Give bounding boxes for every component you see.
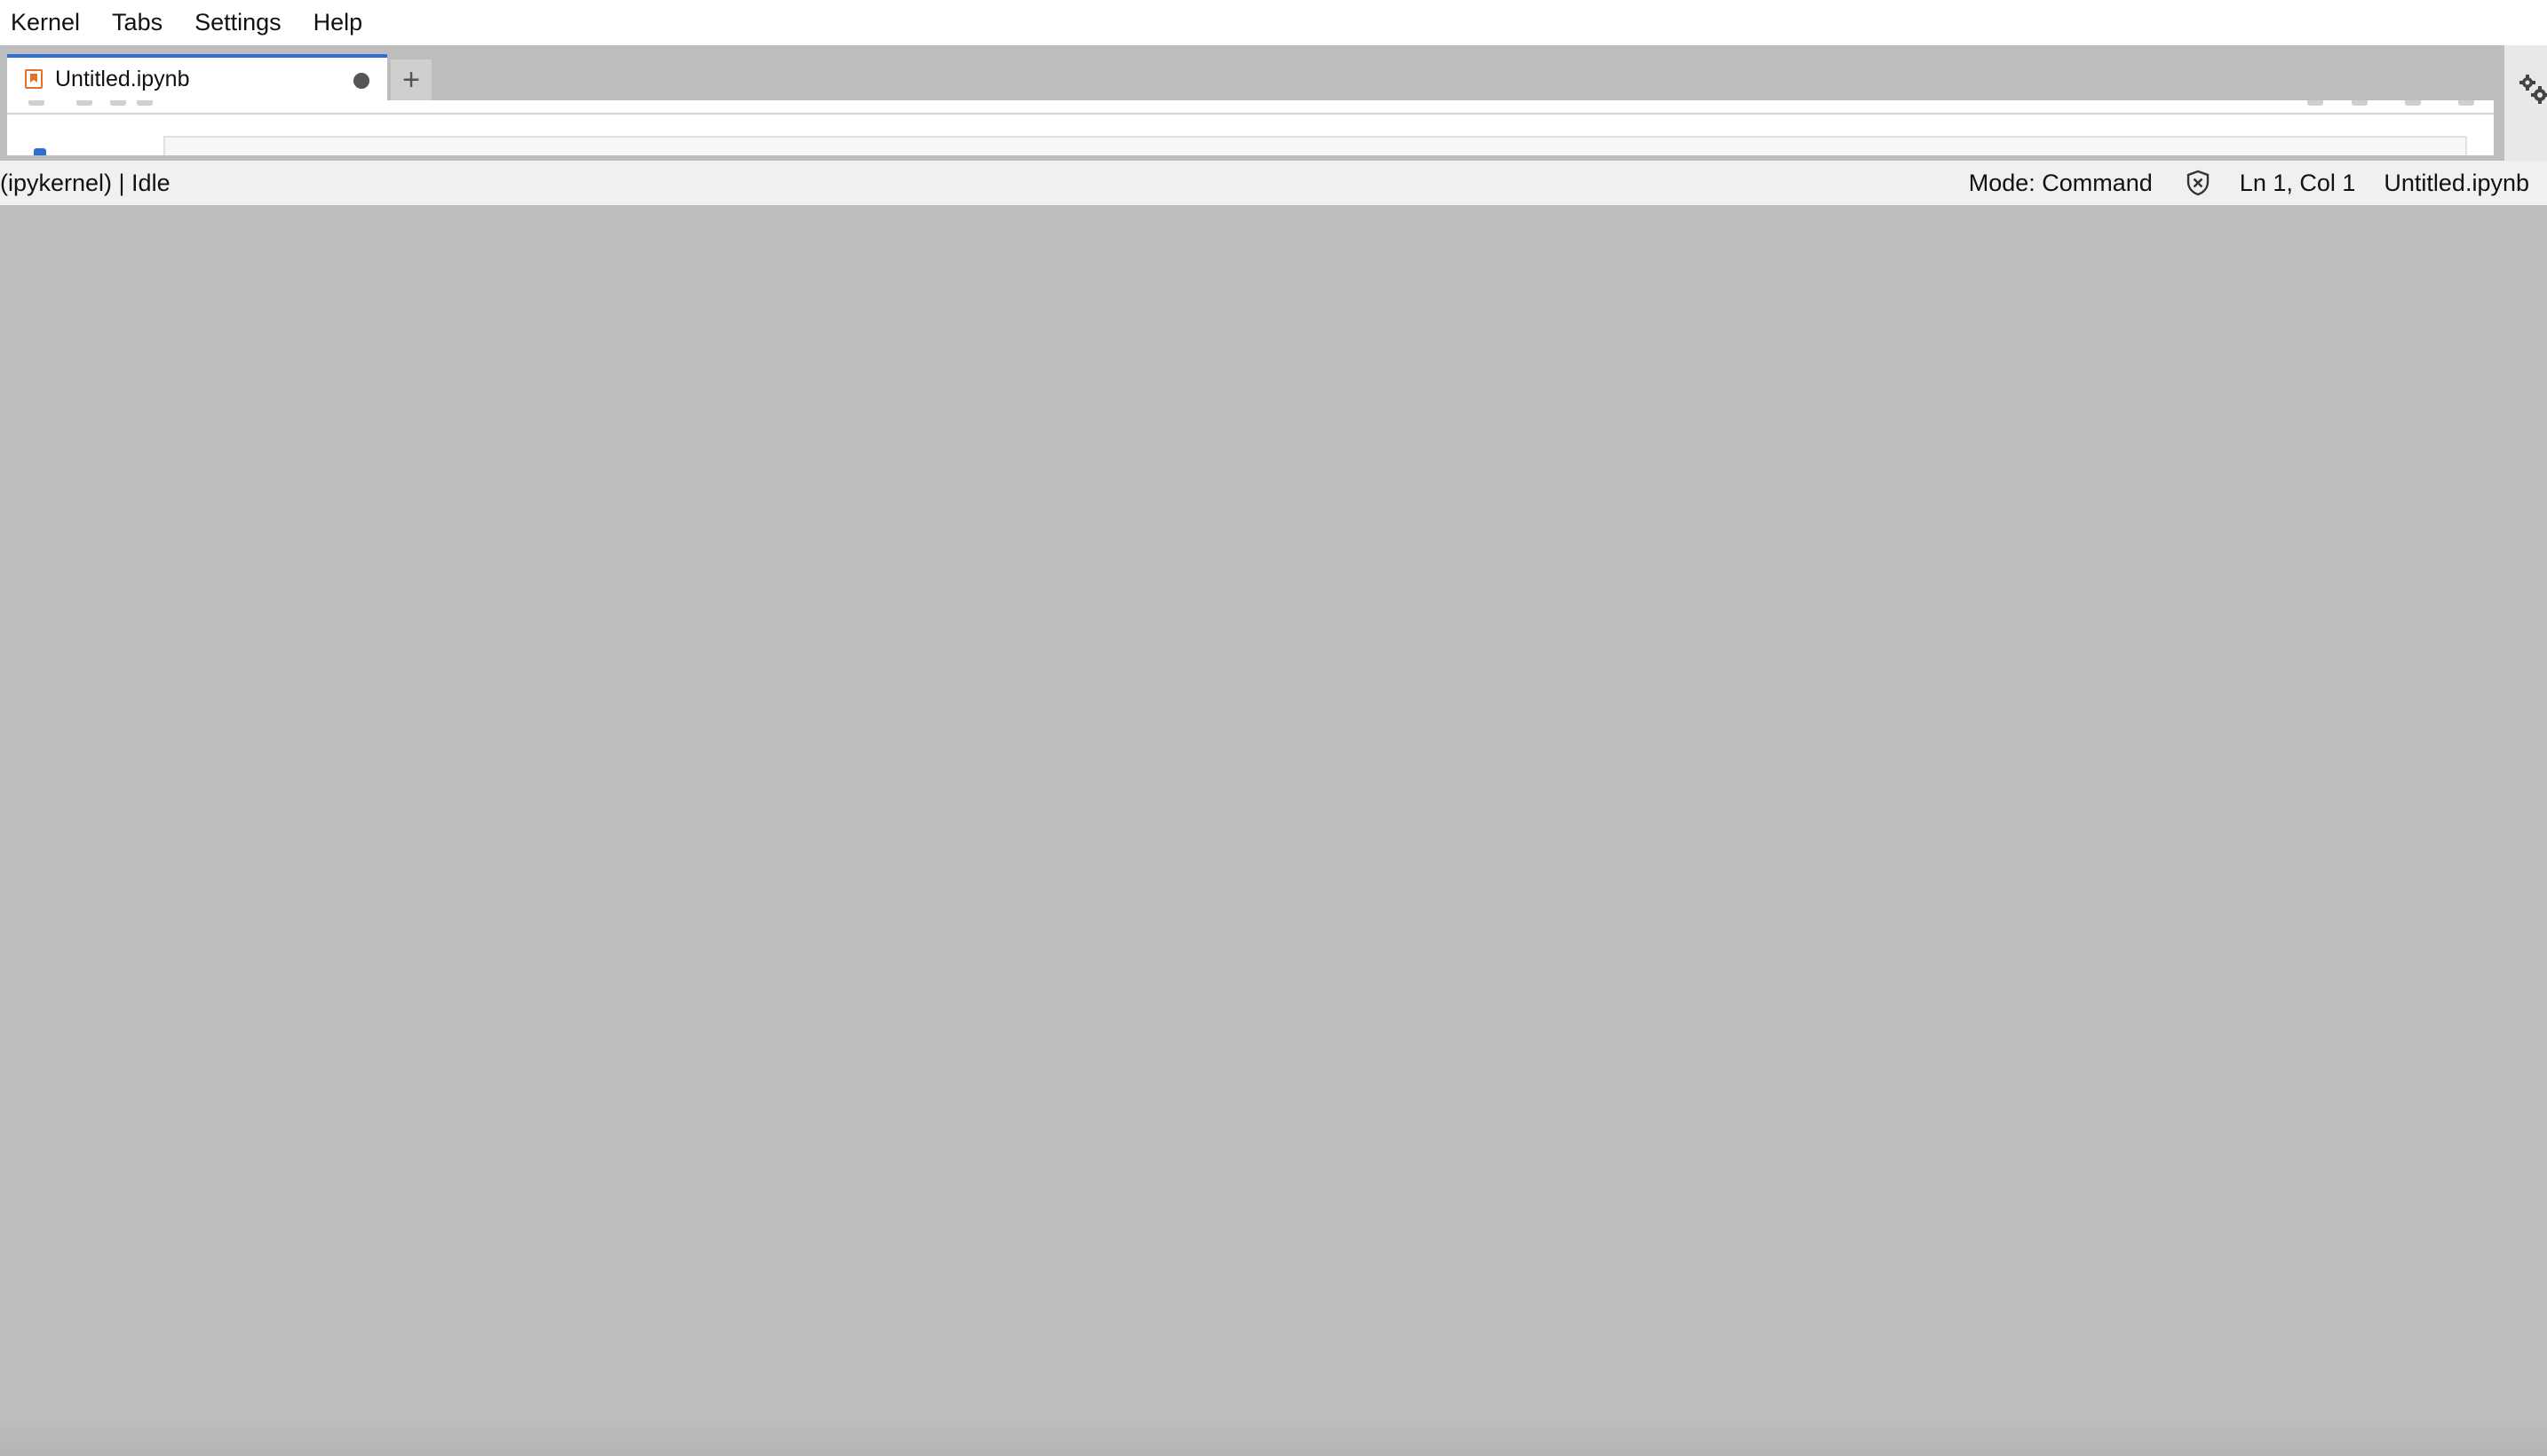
document-tab-bar: Untitled.ipynb + xyxy=(7,54,432,100)
cell-editor[interactable] xyxy=(163,136,2467,155)
menu-kernel[interactable]: Kernel xyxy=(0,0,91,45)
toolbar-button-icon[interactable] xyxy=(2458,100,2474,106)
toolbar-button-icon[interactable] xyxy=(137,100,153,106)
right-sidebar xyxy=(2504,45,2547,161)
kernel-status[interactable]: (ipykernel) | Idle xyxy=(0,170,1940,197)
menu-settings[interactable]: Settings xyxy=(184,0,292,45)
mode-indicator[interactable]: Mode: Command xyxy=(1969,170,2153,197)
toolbar-button-icon[interactable] xyxy=(2352,100,2368,106)
modal-overlay-backdrop xyxy=(0,1420,2547,1456)
status-right-group: Mode: Command Ln 1, Col 1 Untitled.ipynb xyxy=(1940,170,2547,197)
toolbar-button-icon[interactable] xyxy=(2405,100,2421,106)
menu-tabs[interactable]: Tabs xyxy=(101,0,173,45)
toolbar-button-icon[interactable] xyxy=(110,100,126,106)
toolbar-button-icon[interactable] xyxy=(2307,100,2323,106)
menu-help[interactable]: Help xyxy=(303,0,374,45)
tab-label: Untitled.ipynb xyxy=(55,66,190,91)
notebook-icon xyxy=(25,69,43,89)
not-trusted-shield-icon[interactable] xyxy=(2185,170,2211,196)
toolbar-button-icon[interactable] xyxy=(28,100,44,106)
notebook-toolbar xyxy=(7,100,2494,115)
status-bar: (ipykernel) | Idle Mode: Command Ln 1, C… xyxy=(0,161,2547,205)
notebook-panel xyxy=(7,100,2494,155)
jupyterlab-window: Kernel Tabs Settings Help Untitled.ipynb… xyxy=(0,0,2547,1456)
tab-untitled-ipynb[interactable]: Untitled.ipynb xyxy=(7,54,387,100)
add-tab-button[interactable]: + xyxy=(391,59,432,100)
toolbar-button-icon[interactable] xyxy=(76,100,92,106)
notebook-cell[interactable] xyxy=(7,136,2494,155)
property-inspector-gear-icon[interactable] xyxy=(2519,74,2547,109)
current-filename: Untitled.ipynb xyxy=(2384,169,2529,196)
active-cell-indicator xyxy=(34,148,46,155)
unsaved-dot-icon[interactable] xyxy=(353,73,369,89)
main-dock-area: Untitled.ipynb + xyxy=(0,45,2504,161)
cursor-position[interactable]: Ln 1, Col 1 xyxy=(2240,170,2356,197)
menu-bar: Kernel Tabs Settings Help xyxy=(0,0,2547,45)
